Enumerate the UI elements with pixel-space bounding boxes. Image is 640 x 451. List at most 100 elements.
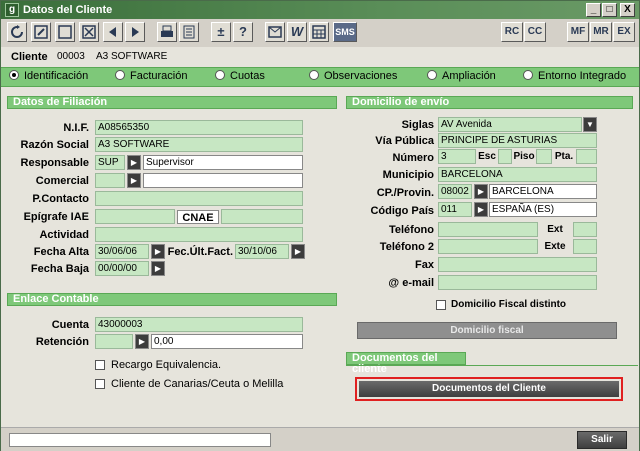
toolbar: ± ? W SMS RC CC MF MR EX xyxy=(1,19,639,47)
mr-button[interactable]: MR xyxy=(590,22,612,42)
client-code: 00003 xyxy=(57,51,85,62)
comercial-name-field[interactable] xyxy=(143,173,303,188)
fec-ult-fact-field[interactable]: 30/10/06 xyxy=(235,244,289,259)
actividad-label: Actividad xyxy=(39,229,89,241)
tab-facturacion[interactable]: Facturación xyxy=(115,70,187,85)
refresh-icon[interactable] xyxy=(7,22,27,42)
comercial-code-field[interactable] xyxy=(95,173,125,188)
documentos-highlight: Documentos del Cliente xyxy=(355,377,623,401)
radio-icon xyxy=(523,70,533,80)
tab-label: Ampliación xyxy=(442,70,496,82)
fax-field[interactable] xyxy=(438,257,597,272)
tab-entorno[interactable]: Entorno Integrado xyxy=(523,70,626,85)
rc-button[interactable]: RC xyxy=(501,22,523,42)
next-icon[interactable] xyxy=(125,22,145,42)
esc-label: Esc xyxy=(478,151,496,162)
fec-ult-fact-picker-button[interactable]: ▶ xyxy=(291,244,305,259)
tab-label: Observaciones xyxy=(324,70,398,82)
retencion-lookup-button[interactable]: ▶ xyxy=(135,334,149,349)
window-title: Datos del Cliente xyxy=(23,4,113,16)
fecha-alta-picker-button[interactable]: ▶ xyxy=(151,244,165,259)
responsable-name-field[interactable]: Supervisor xyxy=(143,155,303,170)
new-icon[interactable] xyxy=(55,22,75,42)
close-button[interactable]: X xyxy=(620,3,635,17)
via-publica-field[interactable]: PRINCIPE DE ASTURIAS xyxy=(438,133,597,148)
domicilio-fiscal-button[interactable]: Domicilio fiscal xyxy=(357,322,617,339)
status-bar: Salir xyxy=(1,427,639,451)
telefono2-field[interactable] xyxy=(438,239,538,254)
email-field[interactable] xyxy=(438,275,597,290)
canarias-checkbox[interactable] xyxy=(95,379,105,389)
ex-button[interactable]: EX xyxy=(613,22,635,42)
recargo-checkbox[interactable] xyxy=(95,360,105,370)
documentos-button[interactable]: Documentos del Cliente xyxy=(359,381,619,397)
delete-icon[interactable] xyxy=(79,22,99,42)
retencion-value-field[interactable]: 0,00 xyxy=(151,334,303,349)
tab-identificacion[interactable]: Identificación xyxy=(9,70,88,85)
tab-cuotas[interactable]: Cuotas xyxy=(215,70,265,85)
cuenta-label: Cuenta xyxy=(51,319,89,331)
exte-field[interactable] xyxy=(573,239,597,254)
cp-label: CP./Provin. xyxy=(376,187,434,199)
tab-ampliacion[interactable]: Ampliación xyxy=(427,70,496,85)
municipio-field[interactable]: BARCELONA xyxy=(438,167,597,182)
fecha-baja-field[interactable]: 00/00/00 xyxy=(95,261,149,276)
print-icon[interactable] xyxy=(157,22,177,42)
siglas-dropdown-button[interactable]: ▼ xyxy=(583,117,597,132)
fax-label: Fax xyxy=(415,259,434,271)
minimize-button[interactable]: _ xyxy=(586,3,601,17)
fecha-alta-field[interactable]: 30/06/06 xyxy=(95,244,149,259)
razon-social-field[interactable]: A3 SOFTWARE xyxy=(95,137,303,152)
pta-field[interactable] xyxy=(576,149,597,164)
recargo-label: Recargo Equivalencia. xyxy=(111,359,222,371)
esc-field[interactable] xyxy=(498,149,512,164)
exit-button[interactable]: Salir xyxy=(577,431,627,449)
ext-field[interactable] xyxy=(573,222,597,237)
pais-name-field[interactable]: ESPAÑA (ES) xyxy=(489,202,597,217)
calc-icon[interactable] xyxy=(309,22,329,42)
radio-icon xyxy=(215,70,225,80)
pais-lookup-button[interactable]: ▶ xyxy=(474,202,488,217)
tab-observaciones[interactable]: Observaciones xyxy=(309,70,397,85)
fecha-baja-picker-button[interactable]: ▶ xyxy=(151,261,165,276)
cp-field[interactable]: 08002 xyxy=(438,184,472,199)
help-icon[interactable]: ? xyxy=(233,22,253,42)
cnae-field[interactable] xyxy=(221,209,303,224)
cc-button[interactable]: CC xyxy=(524,22,546,42)
list-icon[interactable] xyxy=(179,22,199,42)
responsable-lookup-button[interactable]: ▶ xyxy=(127,155,141,170)
razon-social-label: Razón Social xyxy=(20,139,89,151)
epigrafe-field[interactable] xyxy=(95,209,175,224)
comercial-lookup-button[interactable]: ▶ xyxy=(127,173,141,188)
cp-lookup-button[interactable]: ▶ xyxy=(474,184,488,199)
nif-label: N.I.F. xyxy=(63,122,89,134)
contacto-label: P.Contacto xyxy=(32,193,89,205)
maximize-button[interactable]: □ xyxy=(602,3,617,17)
cuenta-field[interactable]: 43000003 xyxy=(95,317,303,332)
prev-icon[interactable] xyxy=(103,22,123,42)
telefono-field[interactable] xyxy=(438,222,538,237)
provincia-field[interactable]: BARCELONA xyxy=(489,184,597,199)
codigo-pais-field[interactable]: 011 xyxy=(438,202,472,217)
siglas-field[interactable]: AV Avenida xyxy=(438,117,582,132)
edit-icon[interactable] xyxy=(31,22,51,42)
client-data-window: g Datos del Cliente _ □ X ± ? W SMS RC C… xyxy=(0,0,640,451)
mf-button[interactable]: MF xyxy=(567,22,589,42)
plusminus-icon[interactable]: ± xyxy=(211,22,231,42)
responsable-code-field[interactable]: SUP xyxy=(95,155,125,170)
domicilio-fiscal-label: Domicilio Fiscal distinto xyxy=(451,299,567,310)
word-icon[interactable]: W xyxy=(287,22,307,42)
retencion-type-field[interactable] xyxy=(95,334,133,349)
cnae-label: CNAE xyxy=(177,210,219,224)
status-text xyxy=(9,433,271,447)
sms-icon[interactable]: SMS xyxy=(333,22,357,42)
piso-field[interactable] xyxy=(536,149,552,164)
numero-field[interactable]: 3 xyxy=(438,149,476,164)
exte-label: Exte xyxy=(544,241,566,252)
mail-icon[interactable] xyxy=(265,22,285,42)
nif-field[interactable]: A08565350 xyxy=(95,120,303,135)
fecha-baja-label: Fecha Baja xyxy=(30,263,89,275)
contacto-field[interactable] xyxy=(95,191,303,206)
actividad-field[interactable] xyxy=(95,227,303,242)
domicilio-fiscal-checkbox[interactable] xyxy=(436,300,446,310)
